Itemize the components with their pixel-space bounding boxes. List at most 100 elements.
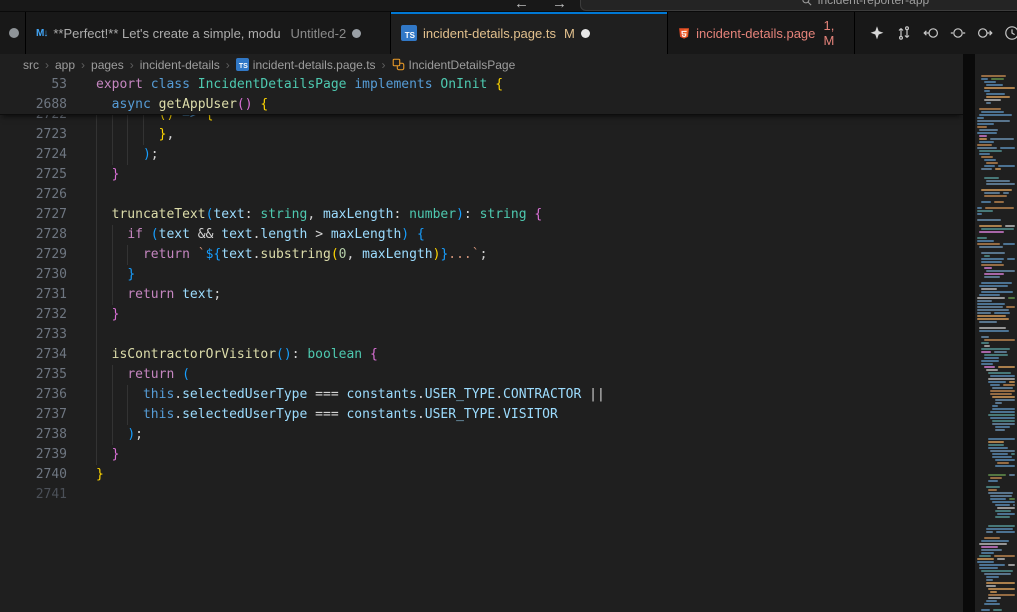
- previous-change-icon[interactable]: [923, 25, 939, 41]
- command-center-search[interactable]: incident-reporter-app: [580, 0, 1017, 11]
- next-change-icon[interactable]: [977, 25, 993, 41]
- open-change-icon[interactable]: [950, 25, 966, 41]
- navigate-back-icon[interactable]: ←: [514, 0, 529, 12]
- compare-changes-icon[interactable]: [896, 25, 912, 41]
- code-line[interactable]: 2740}: [0, 465, 963, 485]
- code-line[interactable]: 2728 if (text && text.length > maxLength…: [0, 225, 963, 245]
- minimap-line: [981, 168, 992, 170]
- minimap-line: [986, 369, 998, 371]
- minimap-line: [990, 495, 1012, 497]
- line-number[interactable]: 2741: [0, 485, 67, 505]
- line-number[interactable]: 2736: [0, 385, 67, 405]
- code-line[interactable]: 2735 return (: [0, 365, 963, 385]
- line-number[interactable]: 2729: [0, 245, 67, 265]
- minimap-line: [995, 504, 1010, 506]
- line-number[interactable]: 2739: [0, 445, 67, 465]
- minimap-line: [1003, 384, 1015, 386]
- minimap-line: [995, 426, 1010, 428]
- timeline-history-icon[interactable]: [1004, 25, 1017, 41]
- minimap-line: [979, 138, 987, 140]
- minimap-line: [1008, 297, 1015, 299]
- indent-guide: [112, 245, 113, 265]
- minimap-line: [997, 507, 1015, 509]
- minimap-line: [977, 213, 982, 215]
- line-number[interactable]: 2726: [0, 185, 67, 205]
- minimap-line: [990, 411, 1015, 413]
- code-line[interactable]: 2727 truncateText(text: string, maxLengt…: [0, 205, 963, 225]
- code-line[interactable]: 2738 );: [0, 425, 963, 445]
- line-number[interactable]: 2728: [0, 225, 67, 245]
- tab-incident-details-page-html[interactable]: incident-details.page.html 1, M: [668, 12, 855, 54]
- indent-guide: [112, 405, 113, 425]
- tab-partial-hidden[interactable]: [0, 12, 26, 54]
- line-content: }: [96, 265, 963, 285]
- line-number[interactable]: 2737: [0, 405, 67, 425]
- navigate-forward-icon[interactable]: →: [552, 0, 567, 12]
- minimap-line: [979, 543, 1006, 545]
- code-line[interactable]: 53export class IncidentDetailsPage imple…: [0, 75, 963, 95]
- line-number[interactable]: 2725: [0, 165, 67, 185]
- sticky-scroll[interactable]: 53export class IncidentDetailsPage imple…: [0, 75, 963, 115]
- code-line[interactable]: 2732 }: [0, 305, 963, 325]
- line-number[interactable]: 2732: [0, 305, 67, 325]
- minimap-line: [977, 120, 1010, 122]
- breadcrumb-src[interactable]: src: [23, 58, 39, 72]
- line-number[interactable]: 2727: [0, 205, 67, 225]
- code-line[interactable]: 2725 }: [0, 165, 963, 185]
- breadcrumb-class-symbol[interactable]: IncidentDetailsPage: [392, 58, 516, 72]
- breadcrumb-file[interactable]: TS incident-details.page.ts: [236, 58, 376, 72]
- copilot-sparkle-icon[interactable]: [869, 25, 885, 41]
- minimap-line: [977, 144, 992, 146]
- code-line[interactable]: 2688 async getAppUser() {: [0, 95, 963, 115]
- breadcrumb-incident-details[interactable]: incident-details: [140, 58, 220, 72]
- breadcrumb-separator: ›: [380, 58, 388, 72]
- tab-untitled-2[interactable]: M↓ **Perfect!** Let's create a simple, m…: [26, 12, 391, 54]
- minimap-line: [986, 579, 993, 581]
- code-line[interactable]: 2733: [0, 325, 963, 345]
- indent-guide: [127, 245, 128, 265]
- code-line[interactable]: 2723 },: [0, 125, 963, 145]
- line-number[interactable]: 2735: [0, 365, 67, 385]
- line-number[interactable]: 2688: [0, 95, 67, 115]
- code-line[interactable]: 2741: [0, 485, 963, 505]
- line-content: async getAppUser() {: [96, 95, 963, 115]
- code-line[interactable]: 2739 }: [0, 445, 963, 465]
- minimap-line: [977, 300, 992, 302]
- breadcrumb-app[interactable]: app: [55, 58, 75, 72]
- minimap-line: [977, 117, 984, 119]
- code-line[interactable]: 2734 isContractorOrVisitor(): boolean {: [0, 345, 963, 365]
- minimap-line: [986, 531, 993, 533]
- tab-incident-details-page-ts[interactable]: TS incident-details.page.ts M: [391, 12, 668, 54]
- code-line[interactable]: 2736 this.selectedUserType === constants…: [0, 385, 963, 405]
- line-number[interactable]: 2724: [0, 145, 67, 165]
- line-number[interactable]: 2733: [0, 325, 67, 345]
- minimap-line: [996, 531, 1015, 533]
- code-line[interactable]: 2729 return `${text.substring(0, maxLeng…: [0, 245, 963, 265]
- minimap-line: [986, 180, 1010, 182]
- editor-scrollbar[interactable]: [963, 54, 975, 612]
- minimap-line: [988, 474, 1006, 476]
- line-number[interactable]: 2738: [0, 425, 67, 445]
- code-line[interactable]: 2724 );: [0, 145, 963, 165]
- minimap-line: [981, 549, 1002, 551]
- code-line[interactable]: 2730 }: [0, 265, 963, 285]
- code-line[interactable]: 2726: [0, 185, 963, 205]
- line-number[interactable]: 2731: [0, 285, 67, 305]
- line-number[interactable]: 2723: [0, 125, 67, 145]
- code-editor[interactable]: 2722 () => {2723 },2724 );2725 }27262727…: [0, 54, 963, 612]
- minimap-line: [992, 396, 1015, 398]
- breadcrumb-pages[interactable]: pages: [91, 58, 124, 72]
- minimap[interactable]: [975, 54, 1017, 612]
- code-line[interactable]: 2737 this.selectedUserType === constants…: [0, 405, 963, 425]
- line-number[interactable]: 2740: [0, 465, 67, 485]
- minimap-line: [995, 399, 1015, 401]
- code-line[interactable]: 2731 return text;: [0, 285, 963, 305]
- minimap-line: [995, 510, 1012, 512]
- minimap-line: [981, 261, 1002, 263]
- line-number[interactable]: 53: [0, 75, 67, 95]
- line-number[interactable]: 2734: [0, 345, 67, 365]
- minimap-line: [979, 108, 1001, 110]
- dirty-dot-icon[interactable]: [581, 29, 590, 38]
- dirty-dot-icon[interactable]: [352, 29, 361, 38]
- line-number[interactable]: 2730: [0, 265, 67, 285]
